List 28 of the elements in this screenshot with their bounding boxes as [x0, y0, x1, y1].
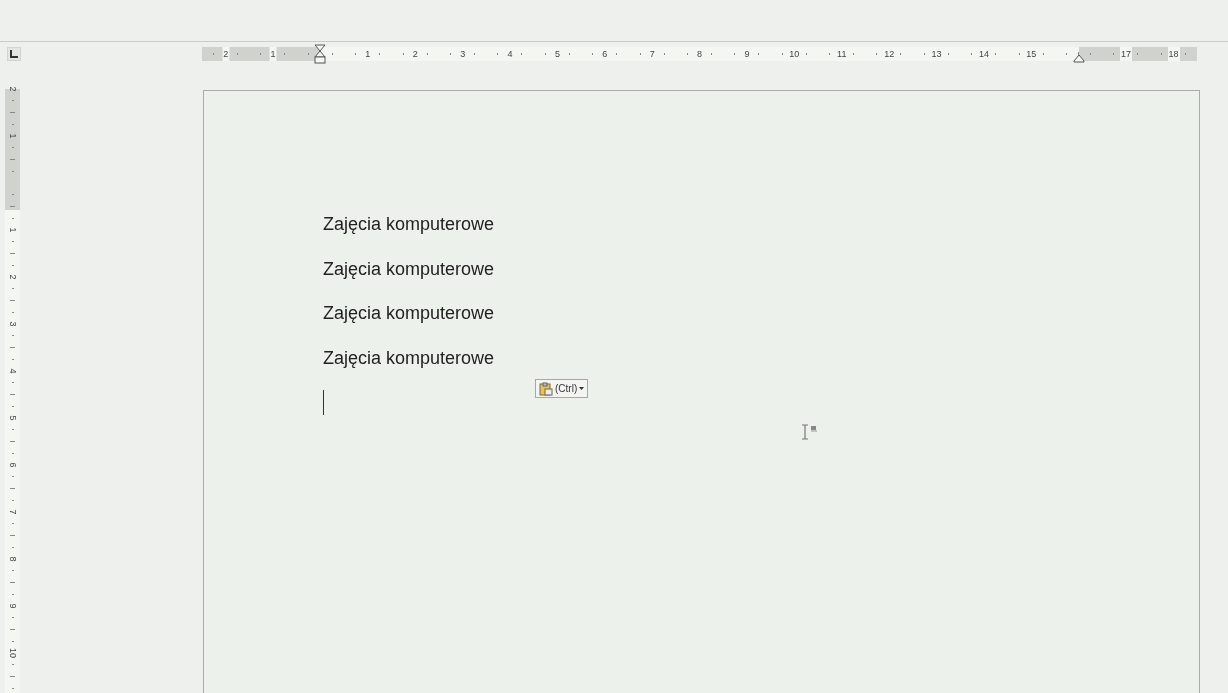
i-beam-cursor-icon [800, 424, 820, 440]
ruler-number: 2 [6, 273, 19, 282]
ruler-number: 2 [6, 85, 19, 94]
right-indent-marker-icon[interactable] [1072, 54, 1085, 63]
ruler-number: 5 [6, 414, 19, 423]
ruler-number: 2 [222, 47, 230, 61]
caret-icon [579, 387, 585, 390]
paragraph: Zajęcia komputerowe [323, 213, 496, 236]
indent-marker-icon[interactable] [314, 44, 327, 64]
paste-options-button[interactable]: (Ctrl) [535, 379, 589, 398]
ruler-number: 9 [6, 602, 19, 611]
paragraph: Zajęcia komputerowe [323, 346, 496, 370]
tab-stop-icon[interactable] [7, 47, 21, 61]
ruler-number: 3 [6, 320, 19, 329]
paragraph: Zajęcia komputerowe [323, 257, 496, 281]
clipboard-icon [539, 381, 553, 396]
text-cursor [323, 390, 324, 415]
paragraph: Zajęcia komputerowe [323, 302, 496, 325]
ruler-number: 18 [1167, 47, 1180, 61]
ruler-number: 7 [6, 508, 19, 517]
ruler-number: 1 [6, 132, 19, 141]
ruler-number: 8 [6, 555, 19, 564]
ruler-number: 10 [6, 647, 19, 660]
ruler-number: 1 [269, 47, 277, 61]
ruler-number: 17 [1120, 47, 1133, 61]
ruler-number: 6 [6, 461, 19, 470]
ruler-number: 4 [6, 367, 19, 376]
ruler-number: 1 [6, 226, 19, 235]
